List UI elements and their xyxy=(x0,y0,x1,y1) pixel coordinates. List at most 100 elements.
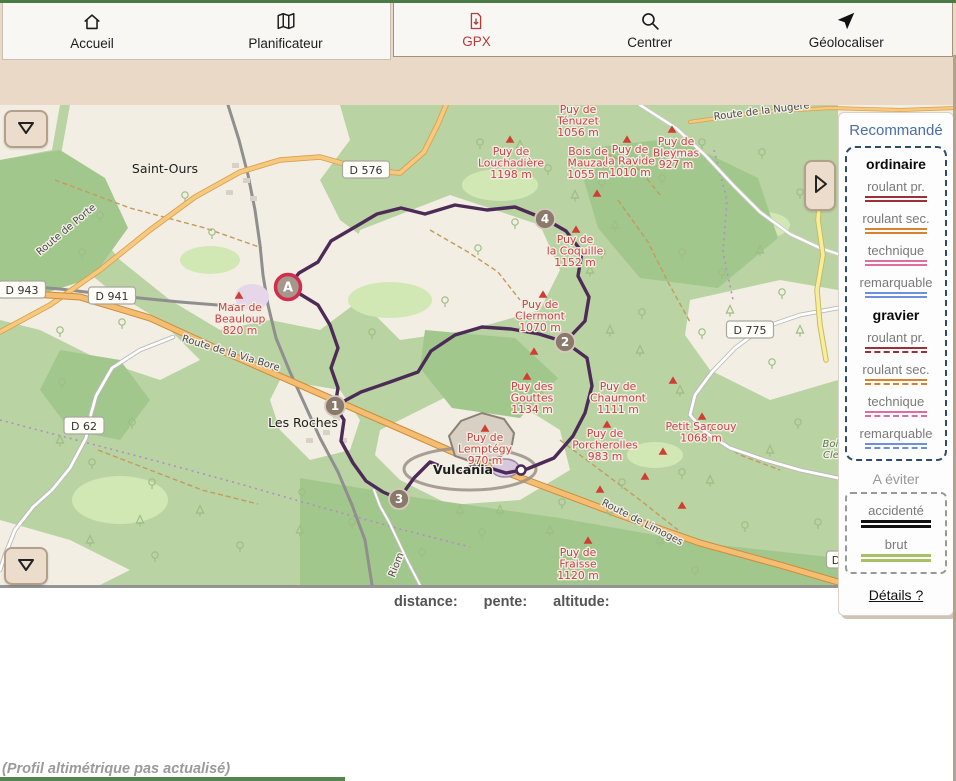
legend-line-sample xyxy=(865,383,927,385)
legend-line-sample xyxy=(865,447,927,449)
legend-avoid-title: A éviter xyxy=(839,471,953,487)
planificateur-button[interactable]: Planificateur xyxy=(238,9,332,53)
svg-text:2: 2 xyxy=(561,335,569,349)
svg-text:D 576: D 576 xyxy=(350,164,383,177)
legend-item: roulant pr. xyxy=(847,179,945,202)
legend-line-sample xyxy=(865,228,927,230)
peak-label: 1056 m xyxy=(557,126,598,139)
svg-text:D 62: D 62 xyxy=(71,420,97,433)
navigation-icon xyxy=(835,10,857,32)
collapse-bottom-button[interactable] xyxy=(4,547,48,585)
geolocaliser-label: Géolocaliser xyxy=(809,35,884,50)
road-badge: D 941 xyxy=(89,287,136,304)
waypoint-2[interactable]: 2 xyxy=(555,332,575,352)
legend-line-sample xyxy=(865,296,927,298)
legend-line-sample xyxy=(865,292,927,294)
peak-label: 1198 m xyxy=(490,168,531,181)
peak-label: 1010 m xyxy=(609,166,650,179)
legend-group-gravier: gravier xyxy=(847,307,945,323)
peak-label: 983 m xyxy=(588,450,623,463)
legend-item-label: remarquable xyxy=(847,426,945,441)
legend-item: roulant pr. xyxy=(847,330,945,353)
svg-text:D 943: D 943 xyxy=(6,284,39,297)
triangle-right-icon xyxy=(809,169,831,202)
details-link[interactable]: Détails ? xyxy=(839,587,953,603)
waypoint-node[interactable] xyxy=(517,466,526,475)
peak-label: 1068 m xyxy=(680,432,721,445)
road-badge: D 775 xyxy=(727,321,774,338)
page-top-border xyxy=(0,0,956,3)
toolbar-right-group: GPX Centrer Géolocaliser xyxy=(393,3,953,57)
geolocaliser-button[interactable]: Géolocaliser xyxy=(799,8,894,52)
legend-item: remarquable xyxy=(847,275,945,298)
legend-line-sample xyxy=(865,196,927,198)
legend-avoid-item: brut xyxy=(847,537,945,562)
legend-line-sample xyxy=(861,525,931,528)
gpx-label: GPX xyxy=(462,34,491,49)
centrer-button[interactable]: Centrer xyxy=(617,8,682,52)
page-bottom-border xyxy=(0,777,345,781)
altitude-label: altitude: xyxy=(553,594,609,610)
svg-text:A: A xyxy=(283,281,293,296)
legend-item-label: brut xyxy=(847,537,945,552)
legend-group-ordinaire: ordinaire xyxy=(847,156,945,172)
legend-item-label: roulant sec. xyxy=(847,362,945,377)
collapse-top-button[interactable] xyxy=(4,110,48,148)
svg-text:3: 3 xyxy=(395,492,403,506)
waypoint-3[interactable]: 3 xyxy=(389,489,409,509)
legend-line-sample xyxy=(861,554,931,557)
svg-text:4: 4 xyxy=(541,212,549,226)
legend-item-label: roulant sec. xyxy=(847,211,945,226)
expand-panel-button[interactable] xyxy=(804,160,836,211)
place-label: Les Roches xyxy=(268,415,338,430)
profile-stats: distance: pente: altitude: xyxy=(394,594,610,610)
svg-text:1: 1 xyxy=(331,399,339,413)
waypoint-A[interactable]: A xyxy=(276,275,301,300)
peak-label: 1055 m xyxy=(567,168,608,181)
pente-label: pente: xyxy=(484,594,528,610)
road-badge: D 576 xyxy=(343,161,390,178)
road-badge: D 943 xyxy=(0,281,46,298)
waypoint-4[interactable]: 4 xyxy=(535,209,555,229)
gpx-button[interactable]: GPX xyxy=(452,9,501,51)
legend-title: Recommandé xyxy=(839,122,953,139)
triangle-down-icon xyxy=(12,554,40,579)
legend-item: technique xyxy=(847,243,945,266)
svg-text:D 775: D 775 xyxy=(734,324,767,337)
profile-panel: distance: pente: altitude: (Profil altim… xyxy=(0,585,956,781)
legend-item-label: roulant pr. xyxy=(847,330,945,345)
legend-avoid-item: accidenté xyxy=(847,503,945,528)
peak-label: 1134 m xyxy=(511,403,552,416)
legend-item-label: accidenté xyxy=(847,503,945,518)
legend-line-sample xyxy=(861,559,931,562)
profile-note: (Profil altimétrique pas actualisé) xyxy=(2,761,230,777)
accueil-button[interactable]: Accueil xyxy=(60,9,124,53)
legend-line-sample xyxy=(865,264,927,266)
legend-line-sample xyxy=(865,351,927,353)
legend-item: roulant sec. xyxy=(847,362,945,385)
peak-label: 820 m xyxy=(223,324,258,337)
centrer-label: Centrer xyxy=(627,35,672,50)
legend-panel: Recommandé ordinaire roulant pr. roulant s… xyxy=(838,112,954,616)
legend-line-sample xyxy=(865,415,927,417)
peak-label: 1120 m xyxy=(557,569,598,582)
waypoint-1[interactable]: 1 xyxy=(325,396,345,416)
legend-line-sample xyxy=(865,347,927,349)
distance-label: distance: xyxy=(394,594,458,610)
place-label: Vulcania xyxy=(433,462,493,477)
gpx-file-icon xyxy=(466,11,486,31)
legend-line-sample xyxy=(865,443,927,445)
road-badge: D 62 xyxy=(64,417,104,434)
legend-line-sample xyxy=(865,411,927,413)
legend-item: remarquable xyxy=(847,426,945,449)
legend-avoid-box: accidenté brut xyxy=(845,492,947,574)
legend-item-label: technique xyxy=(847,243,945,258)
place-label: Saint-Ours xyxy=(132,161,198,176)
legend-recommended-box: ordinaire roulant pr. roulant sec. techniqu… xyxy=(845,146,947,461)
legend-line-sample xyxy=(861,520,931,523)
legend-line-sample xyxy=(865,200,927,202)
planificateur-label: Planificateur xyxy=(248,36,322,51)
triangle-down-icon xyxy=(12,117,40,142)
peak-label: 1111 m xyxy=(597,403,638,416)
toolbar-left-group: Accueil Planificateur xyxy=(2,3,391,60)
